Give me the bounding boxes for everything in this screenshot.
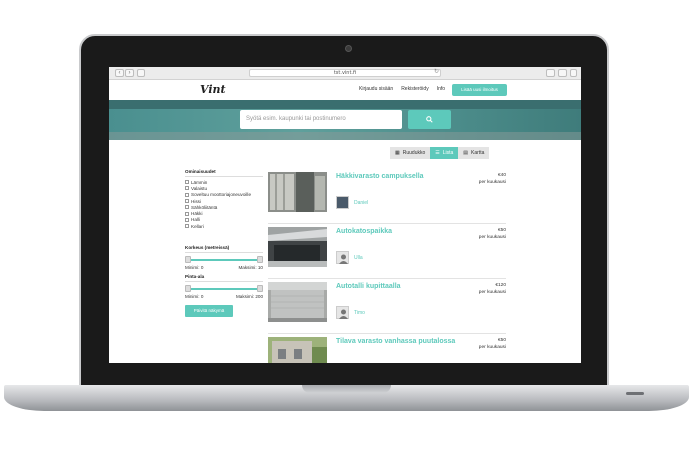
checkbox[interactable] [185, 186, 189, 191]
add-listing-button[interactable]: Lisää uusi ilmoitus [452, 84, 507, 96]
screen: ‹ › tst.vint.fi ↻ Vint Kirjaudu sisään R… [109, 67, 581, 363]
slider-min-handle[interactable] [185, 256, 191, 263]
checkbox[interactable] [185, 180, 189, 185]
listing-photo[interactable] [268, 227, 327, 267]
reload-icon[interactable]: ↻ [434, 69, 439, 76]
avatar[interactable] [336, 251, 349, 264]
checkbox[interactable] [185, 205, 189, 210]
listing-photo[interactable] [268, 172, 327, 212]
site-header: Vint Kirjaudu sisään Rekisteröidy Info L… [109, 80, 581, 100]
logo[interactable]: Vint [200, 83, 226, 96]
checkbox[interactable] [185, 199, 189, 204]
camera-dot [345, 45, 352, 52]
update-view-button[interactable]: Päivitä näkymä [185, 305, 233, 317]
laptop-light [626, 392, 644, 395]
features-title: Ominaisuudet [185, 169, 263, 177]
address-bar[interactable]: tst.vint.fi [249, 69, 441, 77]
checkbox[interactable] [185, 224, 189, 229]
listing-title[interactable]: Tilava varasto vanhassa puutalossa [336, 338, 455, 345]
listing-price: €120 per kuukausi [478, 283, 506, 295]
list-item[interactable]: Häkkivarasto campuksella €40 per kuukaus… [268, 169, 506, 224]
listing-user[interactable]: Ulla [354, 255, 363, 261]
sidebar-toggle-icon[interactable] [137, 69, 145, 77]
hero-search: Syötä esim. kaupunki tai postinumero [109, 100, 581, 140]
laptop-mockup: ‹ › tst.vint.fi ↻ Vint Kirjaudu sisään R… [0, 0, 693, 452]
laptop-notch [302, 385, 391, 393]
listing-user[interactable]: Timo [354, 310, 365, 316]
listing-title[interactable]: Autotalli kupittaalla [336, 283, 401, 290]
height-title: Korkeus (metreissä) [185, 245, 263, 253]
map-view-button[interactable]: ▤ Kartta [458, 147, 490, 159]
listing-user[interactable]: Daniel [354, 200, 368, 206]
view-toggle: ▦ Ruudukko ☰ Lista ▤ Kartta [390, 147, 490, 159]
search-icon [426, 116, 433, 123]
checkbox[interactable] [185, 211, 189, 216]
slider-max-handle[interactable] [257, 256, 263, 263]
grid-icon: ▦ [395, 150, 400, 156]
area-slider[interactable] [185, 284, 263, 293]
listing-price: €50 per kuukausi [478, 338, 506, 350]
default-avatar-icon [339, 309, 348, 319]
filter-sidebar: Ominaisuudet Lämmin Valaistu Soveltuu mo… [185, 165, 263, 317]
slider-track [187, 288, 261, 290]
feature-checkbox[interactable]: Kellari [185, 223, 263, 229]
slider-min-handle[interactable] [185, 285, 191, 292]
forward-button[interactable]: › [125, 69, 134, 77]
share-icon[interactable] [546, 69, 555, 77]
tabs-icon[interactable] [558, 69, 567, 77]
list-view-button[interactable]: ☰ Lista [430, 147, 459, 159]
avatar[interactable] [336, 196, 349, 209]
checkbox[interactable] [185, 192, 189, 197]
features-list[interactable]: Lämmin Valaistu Soveltuu moottoriajoneuv… [185, 179, 263, 241]
register-link[interactable]: Rekisteröidy [401, 86, 429, 92]
search-button[interactable] [408, 110, 451, 129]
browser-toolbar: ‹ › tst.vint.fi ↻ [109, 67, 581, 80]
listing-price: €40 per kuukausi [478, 173, 506, 185]
new-tab-icon[interactable] [570, 69, 577, 77]
area-title: Pinta-ala [185, 274, 263, 282]
listing-title[interactable]: Autokatospaikka [336, 228, 392, 235]
back-button[interactable]: ‹ [115, 69, 124, 77]
login-link[interactable]: Kirjaudu sisään [359, 86, 393, 92]
listing-photo[interactable] [268, 282, 327, 322]
height-slider[interactable] [185, 255, 263, 264]
list-icon: ☰ [435, 150, 440, 156]
search-input[interactable]: Syötä esim. kaupunki tai postinumero [240, 110, 402, 129]
slider-track [187, 259, 261, 261]
list-item[interactable]: Autotalli kupittaalla €120 per kuukausi … [268, 279, 506, 334]
avatar[interactable] [336, 306, 349, 319]
slider-max-handle[interactable] [257, 285, 263, 292]
listing-list: Häkkivarasto campuksella €40 per kuukaus… [268, 169, 506, 363]
default-avatar-icon [339, 254, 348, 264]
header-nav: Kirjaudu sisään Rekisteröidy Info [359, 86, 445, 92]
listing-price: €50 per kuukausi [478, 228, 506, 240]
list-item[interactable]: Autokatospaikka €50 per kuukausi Ulla [268, 224, 506, 279]
listing-photo[interactable] [268, 337, 327, 363]
map-icon: ▤ [463, 150, 469, 156]
list-item[interactable]: Tilava varasto vanhassa puutalossa €50 p… [268, 334, 506, 363]
checkbox[interactable] [185, 217, 189, 222]
listing-title[interactable]: Häkkivarasto campuksella [336, 173, 424, 180]
info-link[interactable]: Info [437, 86, 445, 92]
area-range-labels: Minimi: 0 Maksimi: 200 [185, 294, 263, 299]
height-range-labels: Minimi: 0 Maksimi: 10 [185, 265, 263, 270]
grid-view-button[interactable]: ▦ Ruudukko [390, 147, 431, 159]
